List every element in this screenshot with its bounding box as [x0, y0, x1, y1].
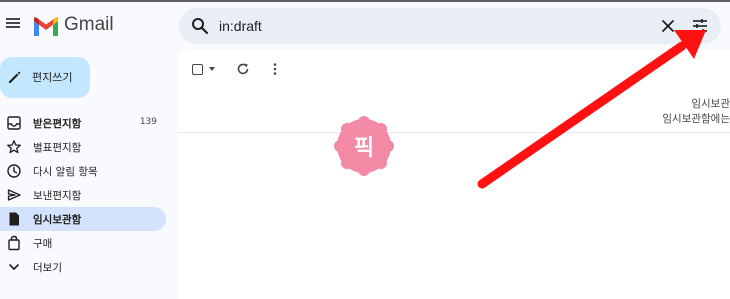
sidebar-item-label: 다시 알림 항목 [33, 166, 98, 178]
compose-button[interactable]: 편지쓰기 [0, 57, 90, 98]
watermark-stamp-text: 픽 [353, 136, 375, 161]
hamburger-menu-icon [6, 18, 20, 20]
draft-icon [9, 212, 19, 226]
select-dropdown-caret-icon[interactable] [209, 67, 215, 71]
more-options-icon[interactable] [268, 62, 282, 76]
shopping-bag-icon [8, 235, 20, 251]
sidebar-item-starred[interactable]: 별표편지함 [0, 135, 166, 159]
star-icon [7, 140, 21, 154]
refresh-icon[interactable] [236, 62, 250, 76]
sidebar-item-drafts[interactable]: 임시보관함 [0, 207, 166, 231]
chevron-down-icon [9, 264, 19, 270]
sidebar-item-label: 더보기 [33, 262, 62, 274]
select-all-checkbox[interactable] [192, 64, 203, 75]
inbox-icon [7, 116, 21, 130]
sidebar-item-sent[interactable]: 보낸편지함 [0, 183, 166, 207]
sidebar-item-label: 받은편지함 [33, 118, 82, 130]
app-name: Gmail [64, 14, 114, 35]
sidebar-item-inbox[interactable]: 받은편지함 139 [0, 111, 166, 135]
sidebar-item-snoozed[interactable]: 다시 알림 항목 [0, 159, 166, 183]
compose-label: 편지쓰기 [32, 71, 73, 84]
window-top-border [0, 0, 730, 2]
search-icon[interactable] [191, 17, 209, 35]
sidebar-item-more[interactable]: 더보기 [0, 255, 166, 279]
gmail-logo[interactable] [32, 16, 60, 38]
red-arrow-annotation [477, 30, 706, 189]
sidebar-item-label: 구매 [33, 238, 53, 250]
clock-icon [7, 164, 21, 178]
pencil-icon [9, 71, 21, 83]
sidebar-item-label: 임시보관함 [33, 214, 82, 226]
send-icon [7, 189, 21, 201]
main-menu-button[interactable] [4, 16, 22, 34]
sidebar-item-purchases[interactable]: 구매 [0, 231, 166, 255]
sidebar-item-label: 별표편지함 [33, 142, 82, 154]
sidebar-item-label: 보낸편지함 [33, 190, 82, 202]
unread-count: 139 [139, 117, 157, 127]
